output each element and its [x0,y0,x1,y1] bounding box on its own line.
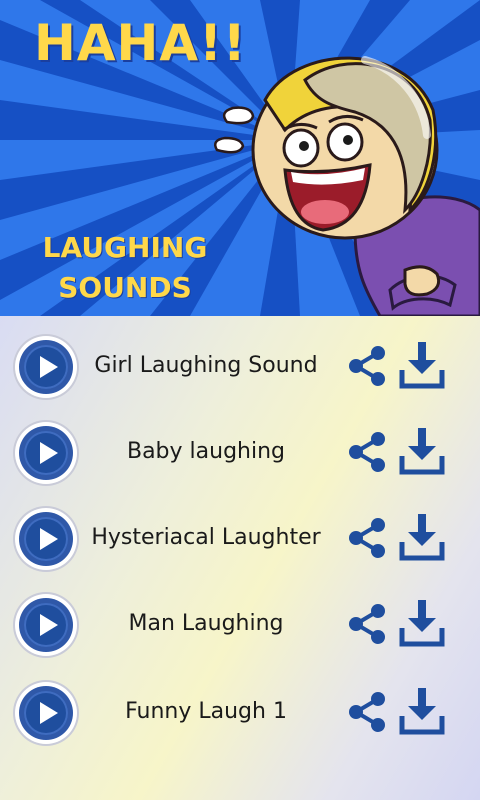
app-screen: HAHA!! LAUGHING SOUNDS Girl Laughing Sou… [0,0,480,800]
share-icon [349,432,385,472]
download-button[interactable] [398,340,446,390]
sound-row: Girl Laughing Sound [0,326,480,406]
play-icon [40,528,58,550]
share-icon [349,346,385,386]
download-icon [399,342,445,389]
download-icon [399,688,445,735]
sound-title: Hysteriacal Laughter [91,525,321,550]
banner-subtitle: LAUGHING SOUNDS [42,231,208,304]
sound-row: Hysteriacal Laughter [0,498,480,578]
download-icon [399,514,445,561]
sound-list: Girl Laughing Sound Baby laughing Hyster… [0,316,480,800]
play-button[interactable] [15,682,77,744]
banner-title: HAHA!! [34,14,247,72]
download-button[interactable] [398,426,446,476]
play-button[interactable] [15,336,77,398]
share-button[interactable] [346,430,388,474]
sound-title: Girl Laughing Sound [94,353,318,378]
play-icon [40,356,58,378]
download-button[interactable] [398,686,446,736]
play-button[interactable] [15,508,77,570]
sound-row: Funny Laugh 1 [0,672,480,752]
share-icon [349,692,385,732]
share-button[interactable] [346,602,388,646]
sound-title: Man Laughing [128,611,284,636]
share-button[interactable] [346,516,388,560]
share-icon [349,604,385,644]
download-icon [399,428,445,475]
share-button[interactable] [346,690,388,734]
sound-row: Man Laughing [0,584,480,664]
laughing-character-illustration [214,56,480,316]
download-button[interactable] [398,598,446,648]
sound-title: Baby laughing [126,439,286,464]
download-button[interactable] [398,512,446,562]
play-button[interactable] [15,422,77,484]
sound-title: Funny Laugh 1 [125,699,287,724]
play-icon [40,442,58,464]
share-button[interactable] [346,344,388,388]
play-button[interactable] [15,594,77,656]
download-icon [399,600,445,647]
header-banner: HAHA!! LAUGHING SOUNDS [0,0,480,316]
play-icon [40,702,58,724]
share-icon [349,518,385,558]
play-icon [40,614,58,636]
sound-row: Baby laughing [0,412,480,492]
